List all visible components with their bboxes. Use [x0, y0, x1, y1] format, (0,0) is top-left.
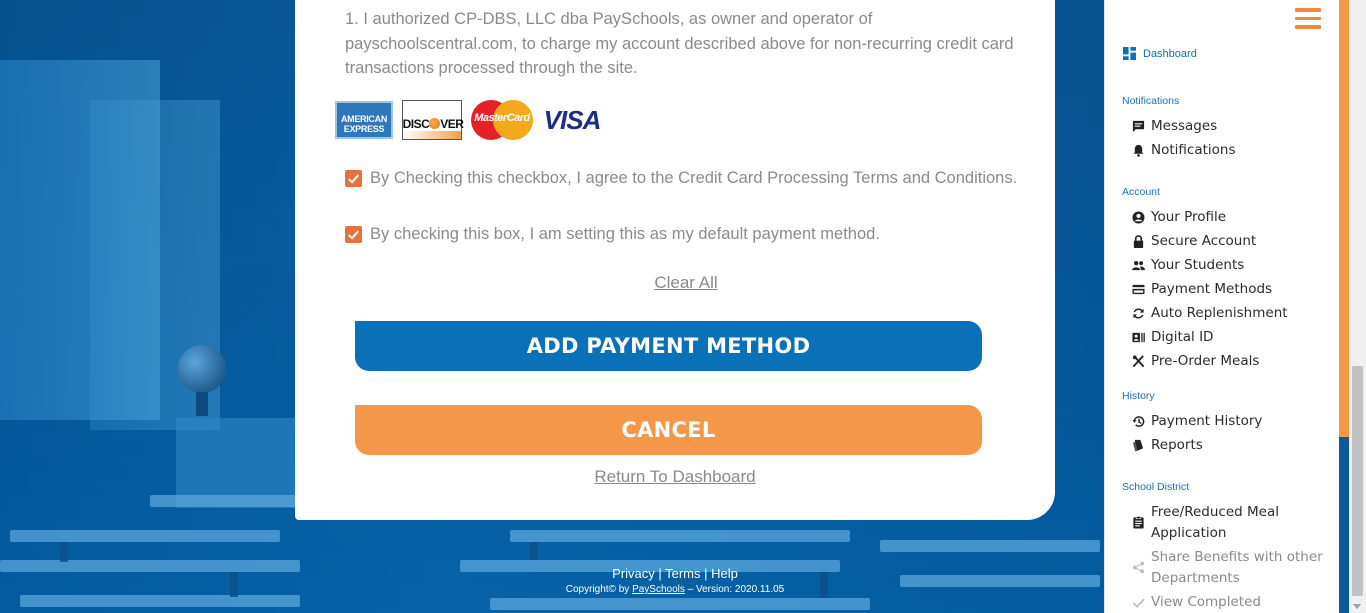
background-desk: [20, 595, 300, 607]
visa-logo: VISA: [543, 104, 602, 135]
sidebar-item-messages[interactable]: Messages: [1132, 116, 1217, 137]
user-circle-icon: [1132, 211, 1145, 224]
history-icon: [1132, 416, 1145, 427]
sidebar-item-payment-history[interactable]: Payment History: [1132, 411, 1262, 432]
sidebar-item-label: Reports: [1151, 437, 1203, 453]
sidebar-item-label: Pre-Order Meals: [1151, 353, 1260, 369]
sidebar-item-secure-account[interactable]: Secure Account: [1132, 231, 1256, 252]
footer-separator: |: [658, 566, 662, 581]
reports-icon: [1132, 439, 1144, 452]
background-desk: [10, 530, 280, 542]
sidebar-accent-strip: [1339, 0, 1349, 437]
sidebar-item-reports[interactable]: Reports: [1132, 435, 1203, 456]
dashboard-icon: [1123, 47, 1136, 60]
default-method-checkbox[interactable]: [345, 226, 362, 243]
sidebar-item-label: Payment History: [1151, 413, 1263, 429]
notifications-section-title: Notifications: [1122, 95, 1180, 107]
cancel-button[interactable]: CANCEL: [355, 405, 982, 455]
sidebar-item-label: Dashboard: [1143, 47, 1197, 60]
school-district-section-title: School District: [1122, 481, 1190, 493]
payment-method-card: 1. I authorized CP-DBS, LLC dba PaySchoo…: [295, 0, 1055, 520]
sidebar-item-share-benefits[interactable]: Share Benefits with other Departments: [1132, 547, 1323, 589]
background-desk-leg: [60, 542, 68, 562]
history-section-title: History: [1122, 390, 1155, 402]
checkmark-icon: [347, 174, 360, 184]
background-desk: [880, 540, 1100, 552]
sidebar-item-label: Secure Account: [1151, 233, 1257, 249]
hamburger-menu-icon[interactable]: [1295, 8, 1321, 30]
background-desk: [510, 530, 850, 542]
share-icon: [1132, 561, 1145, 574]
clipboard-icon: [1133, 516, 1144, 529]
sidebar-item-label: Free/Reduced Meal Application: [1151, 504, 1279, 541]
refresh-icon: [1133, 308, 1144, 319]
sidebar-item-dashboard[interactable]: Dashboard: [1123, 47, 1197, 60]
discover-logo: DISC VER: [402, 100, 464, 140]
sidebar-item-your-profile[interactable]: Your Profile: [1132, 207, 1226, 228]
help-link[interactable]: Help: [711, 566, 738, 581]
sidebar-item-label: Messages: [1151, 118, 1218, 134]
checkmark-icon: [347, 230, 360, 240]
clear-all-link[interactable]: Clear All: [636, 273, 736, 293]
sidebar-item-label: Digital ID: [1151, 329, 1214, 345]
sidebar-item-view-completed-application[interactable]: View Completed Application: [1132, 592, 1339, 613]
page-scrollbar[interactable]: [1349, 0, 1366, 613]
sidebar-item-your-students[interactable]: Your Students: [1132, 255, 1244, 276]
sidebar-item-auto-replenishment[interactable]: Auto Replenishment: [1132, 303, 1288, 324]
terms-link[interactable]: Terms: [665, 566, 700, 581]
background-globe-stand: [196, 392, 208, 416]
account-section-title: Account: [1122, 186, 1160, 198]
background-desk: [490, 598, 870, 610]
sidebar-item-label: Your Students: [1151, 257, 1245, 273]
sidebar-item-label: Share Benefits with other Departments: [1151, 549, 1323, 586]
id-card-icon: [1132, 332, 1145, 343]
right-sidebar: Dashboard Notifications Messages Notific…: [1104, 0, 1339, 613]
terms-checkbox[interactable]: [345, 170, 362, 187]
default-method-checkbox-label: By checking this box, I am setting this …: [370, 225, 880, 243]
sidebar-item-digital-id[interactable]: Digital ID: [1132, 327, 1213, 348]
default-method-checkbox-row[interactable]: By checking this box, I am setting this …: [345, 225, 880, 244]
lock-icon: [1133, 235, 1144, 248]
scrollbar-thumb[interactable]: [1352, 366, 1363, 596]
payschools-link[interactable]: PaySchools: [632, 584, 685, 595]
terms-checkbox-label: By Checking this checkbox, I agree to th…: [370, 169, 1018, 187]
message-icon: [1132, 120, 1145, 133]
sidebar-item-label: Payment Methods: [1151, 281, 1273, 297]
check-icon: [1132, 598, 1145, 608]
privacy-link[interactable]: Privacy: [612, 566, 655, 581]
sidebar-item-label: Auto Replenishment: [1151, 305, 1288, 321]
background-desk: [150, 495, 300, 507]
mastercard-logo: MasterCard: [471, 100, 533, 140]
authorization-terms-text: 1. I authorized CP-DBS, LLC dba PaySchoo…: [345, 10, 1014, 77]
add-payment-method-button[interactable]: ADD PAYMENT METHOD: [355, 321, 982, 371]
amex-logo: AMERICAN EXPRESS: [335, 101, 393, 139]
background-desk-leg: [530, 542, 538, 560]
sidebar-item-label: Your Profile: [1151, 209, 1227, 225]
scroll-down-arrow-icon[interactable]: [1353, 604, 1361, 609]
credit-card-icon: [1132, 284, 1145, 295]
sidebar-item-free-reduced-meal-application[interactable]: Free/Reduced Meal Application: [1132, 502, 1279, 544]
sidebar-item-pre-order-meals[interactable]: Pre-Order Meals: [1132, 351, 1259, 372]
utensils-icon: [1132, 355, 1145, 368]
students-icon: [1132, 261, 1145, 271]
terms-checkbox-row[interactable]: By Checking this checkbox, I agree to th…: [345, 169, 1017, 188]
footer-separator: |: [704, 566, 708, 581]
accepted-cards-row: AMERICAN EXPRESS DISC VER MasterCard VISA: [335, 99, 602, 141]
sidebar-item-label: View Completed Application: [1151, 594, 1261, 610]
sidebar-item-payment-methods[interactable]: Payment Methods: [1132, 279, 1272, 300]
background-globe: [178, 345, 226, 393]
return-to-dashboard-link[interactable]: Return To Dashboard: [575, 467, 775, 487]
bell-icon: [1133, 144, 1144, 157]
sidebar-item-label: Notifications: [1151, 142, 1236, 158]
sidebar-item-notifications[interactable]: Notifications: [1132, 140, 1236, 161]
